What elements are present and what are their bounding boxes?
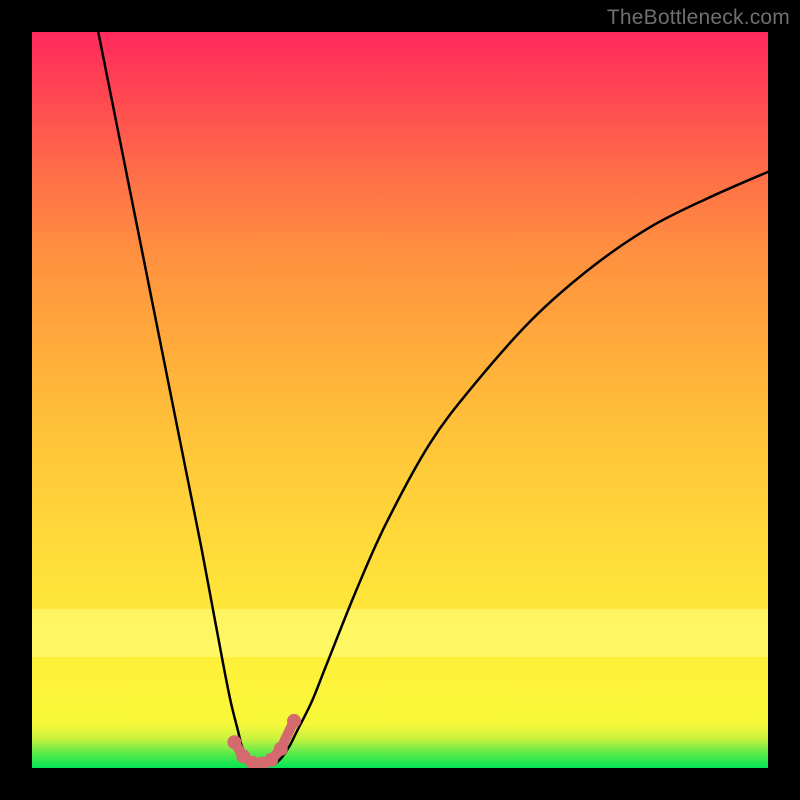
marker-point xyxy=(287,714,301,728)
curve-right xyxy=(275,172,768,764)
marker-layer xyxy=(227,714,301,768)
marker-point xyxy=(264,753,278,767)
watermark-text: TheBottleneck.com xyxy=(607,6,790,30)
curve-layer xyxy=(98,32,768,764)
marker-point xyxy=(274,742,288,756)
chart-frame: TheBottleneck.com xyxy=(0,0,800,800)
marker-point xyxy=(227,735,241,749)
curve-left xyxy=(98,32,256,764)
chart-plot-area xyxy=(32,32,768,768)
